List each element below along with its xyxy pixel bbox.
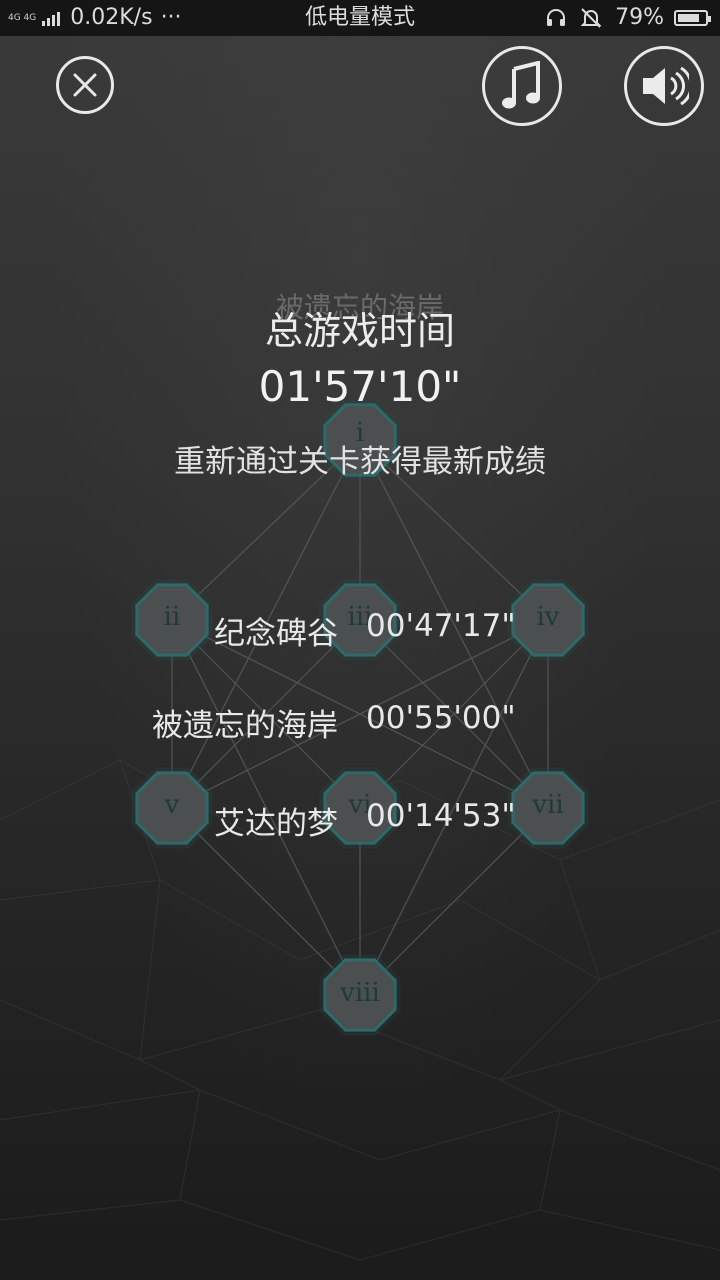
record-chapter-time: 00'55'00" <box>366 700 516 736</box>
game-screen: 4G 4G 0.02K/s ··· 低电量模式 79% i ii iii iv … <box>0 0 720 1280</box>
level-node-viii[interactable]: viii <box>320 978 400 1008</box>
total-playtime-title: 总游戏时间 <box>264 309 455 353</box>
record-row: 艾达的梦 00'14'53" <box>0 798 720 842</box>
replay-hint: 重新通过关卡获得最新成绩 <box>174 444 546 480</box>
record-chapter-time: 00'14'53" <box>366 798 516 834</box>
record-row: 被遗忘的海岸 00'55'00" <box>0 700 720 744</box>
total-playtime-value: 01'57'10" <box>258 362 462 411</box>
record-chapter-name: 纪念碑谷 <box>214 616 338 652</box>
record-chapter-name: 被遗忘的海岸 <box>152 708 338 744</box>
record-chapter-name: 艾达的梦 <box>214 806 338 842</box>
record-chapter-time: 00'47'17" <box>366 608 516 644</box>
record-row: 纪念碑谷 00'47'17" <box>0 608 720 652</box>
